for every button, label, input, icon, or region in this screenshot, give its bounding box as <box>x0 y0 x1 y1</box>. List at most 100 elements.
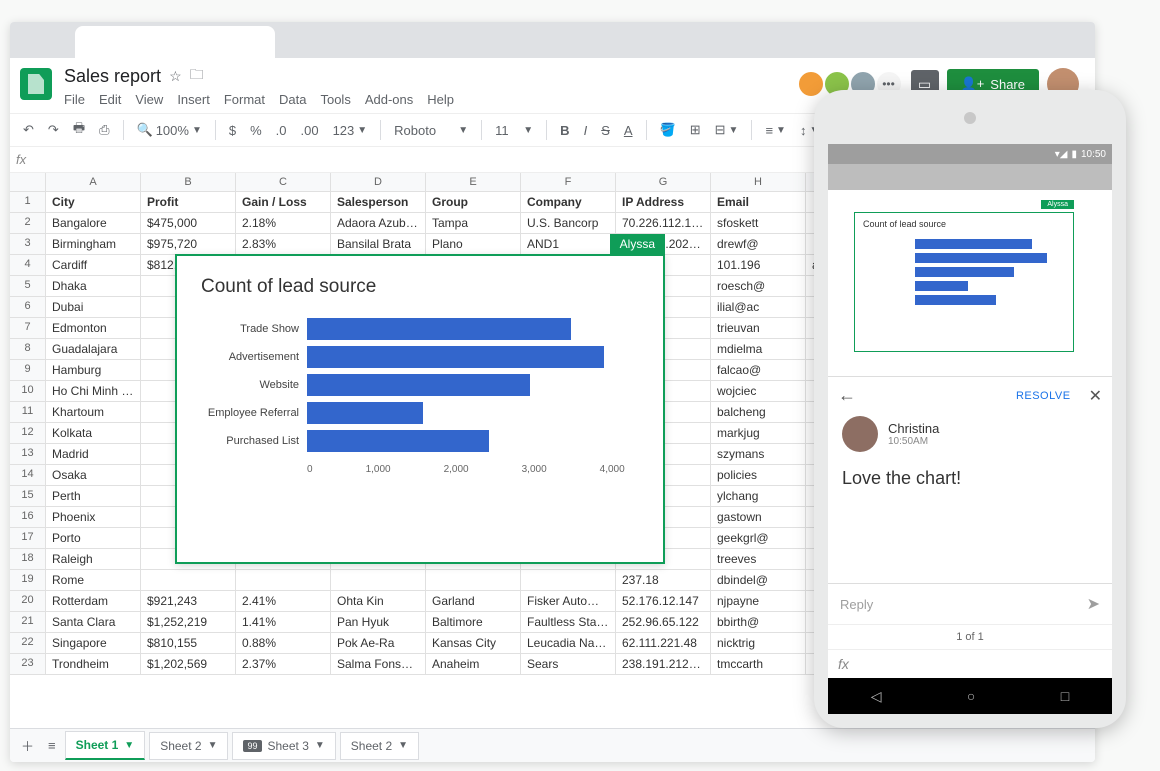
cell[interactable]: Trondheim <box>46 654 141 674</box>
cell[interactable]: mdielma <box>711 339 806 359</box>
cell[interactable]: Cardiff <box>46 255 141 275</box>
cell[interactable]: 101.196 <box>711 255 806 275</box>
print-icon[interactable]: 🖶 <box>68 115 90 145</box>
send-icon[interactable]: ➤ <box>1087 594 1100 614</box>
collaborator-avatar[interactable] <box>797 70 825 98</box>
cell[interactable]: Dhaka <box>46 276 141 296</box>
column-header[interactable]: G <box>616 173 711 191</box>
cell[interactable]: 238.191.212.150 <box>616 654 711 674</box>
cell[interactable]: $1,252,219 <box>141 612 236 632</box>
cell[interactable]: wojciec <box>711 381 806 401</box>
row-number[interactable]: 17 <box>10 528 46 548</box>
sheet-tab[interactable]: Sheet 2 ▼ <box>149 732 228 760</box>
row-number[interactable]: 23 <box>10 654 46 674</box>
row-number[interactable]: 6 <box>10 297 46 317</box>
cell[interactable]: Tampa <box>426 213 521 233</box>
row-number[interactable]: 4 <box>10 255 46 275</box>
cell[interactable]: dbindel@ <box>711 570 806 590</box>
cell[interactable] <box>236 570 331 590</box>
cell[interactable]: 1.41% <box>236 612 331 632</box>
menu-edit[interactable]: Edit <box>99 92 121 107</box>
cell[interactable]: Birmingham <box>46 234 141 254</box>
star-icon[interactable]: ☆ <box>169 68 182 85</box>
sheet-tab[interactable]: 99Sheet 3 ▼ <box>232 732 335 760</box>
cell[interactable]: trieuvan <box>711 318 806 338</box>
column-header[interactable]: D <box>331 173 426 191</box>
cell[interactable]: Ohta Kin <box>331 591 426 611</box>
header-cell[interactable]: Profit <box>141 192 236 212</box>
cell[interactable]: sfoskett <box>711 213 806 233</box>
row-number[interactable]: 22 <box>10 633 46 653</box>
row-number[interactable]: 12 <box>10 423 46 443</box>
header-cell[interactable]: Email <box>711 192 806 212</box>
fill-color-icon[interactable]: 🪣 <box>655 118 681 142</box>
column-header[interactable]: F <box>521 173 616 191</box>
cell[interactable]: policies <box>711 465 806 485</box>
cell[interactable]: markjug <box>711 423 806 443</box>
cell[interactable]: roesch@ <box>711 276 806 296</box>
menu-file[interactable]: File <box>64 92 85 107</box>
menu-tools[interactable]: Tools <box>320 92 350 107</box>
row-number[interactable]: 11 <box>10 402 46 422</box>
cell[interactable]: $475,000 <box>141 213 236 233</box>
row-number[interactable]: 5 <box>10 276 46 296</box>
cell[interactable] <box>141 570 236 590</box>
cell[interactable]: drewf@ <box>711 234 806 254</box>
undo-icon[interactable]: ↶ <box>18 118 39 142</box>
cell[interactable]: Kolkata <box>46 423 141 443</box>
cell[interactable]: Garland <box>426 591 521 611</box>
cell[interactable]: 2.37% <box>236 654 331 674</box>
row-number[interactable]: 19 <box>10 570 46 590</box>
cell[interactable]: ylchang <box>711 486 806 506</box>
browser-tab[interactable] <box>75 26 275 58</box>
cell[interactable]: Phoenix <box>46 507 141 527</box>
cell[interactable]: $1,202,569 <box>141 654 236 674</box>
cell[interactable]: Edmonton <box>46 318 141 338</box>
cell[interactable]: Kansas City <box>426 633 521 653</box>
row-number[interactable]: 18 <box>10 549 46 569</box>
nav-recent-icon[interactable]: □ <box>1061 688 1069 704</box>
cell[interactable]: Pan Hyuk <box>331 612 426 632</box>
row-number[interactable]: 9 <box>10 360 46 380</box>
row-number[interactable]: 20 <box>10 591 46 611</box>
cell[interactable]: tmccarth <box>711 654 806 674</box>
cell[interactable]: 237.18 <box>616 570 711 590</box>
cell[interactable]: Fisker Automotive <box>521 591 616 611</box>
row-number[interactable]: 13 <box>10 444 46 464</box>
header-cell[interactable]: Gain / Loss <box>236 192 331 212</box>
cell[interactable]: Porto <box>46 528 141 548</box>
row-number[interactable]: 10 <box>10 381 46 401</box>
cell[interactable]: Adaora Azubuike <box>331 213 426 233</box>
cell[interactable]: Guadalajara <box>46 339 141 359</box>
text-color-icon[interactable]: A <box>619 119 638 142</box>
cell[interactable]: szymans <box>711 444 806 464</box>
header-cell[interactable]: Company <box>521 192 616 212</box>
zoom-dropdown[interactable]: 🔍 100% ▼ <box>132 118 207 142</box>
cell[interactable]: $975,720 <box>141 234 236 254</box>
cell[interactable]: Pok Ae-Ra <box>331 633 426 653</box>
sheet-tab[interactable]: Sheet 1 ▼ <box>65 731 146 760</box>
cell[interactable]: treeves <box>711 549 806 569</box>
cell[interactable]: 52.176.12.147 <box>616 591 711 611</box>
column-header[interactable]: B <box>141 173 236 191</box>
column-header[interactable]: H <box>711 173 806 191</box>
header-cell[interactable]: City <box>46 192 141 212</box>
cell[interactable]: Osaka <box>46 465 141 485</box>
paint-format-icon[interactable]: ⎙ <box>94 118 114 142</box>
menu-insert[interactable]: Insert <box>177 92 210 107</box>
cell[interactable]: Baltimore <box>426 612 521 632</box>
mobile-formula-bar[interactable]: fx <box>828 649 1112 678</box>
add-sheet-icon[interactable]: ＋ <box>16 732 39 759</box>
cell[interactable]: gastown <box>711 507 806 527</box>
row-number[interactable]: 3 <box>10 234 46 254</box>
row-number[interactable]: 7 <box>10 318 46 338</box>
sheet-tab[interactable]: Sheet 2 ▼ <box>340 732 419 760</box>
cell[interactable]: 252.96.65.122 <box>616 612 711 632</box>
column-header[interactable]: C <box>236 173 331 191</box>
cell[interactable] <box>426 570 521 590</box>
number-format-dropdown[interactable]: 123 ▼ <box>328 119 373 142</box>
cell[interactable]: 0.88% <box>236 633 331 653</box>
cell[interactable]: 2.41% <box>236 591 331 611</box>
cell[interactable]: njpayne <box>711 591 806 611</box>
cell[interactable]: Ho Chi Minh City <box>46 381 141 401</box>
